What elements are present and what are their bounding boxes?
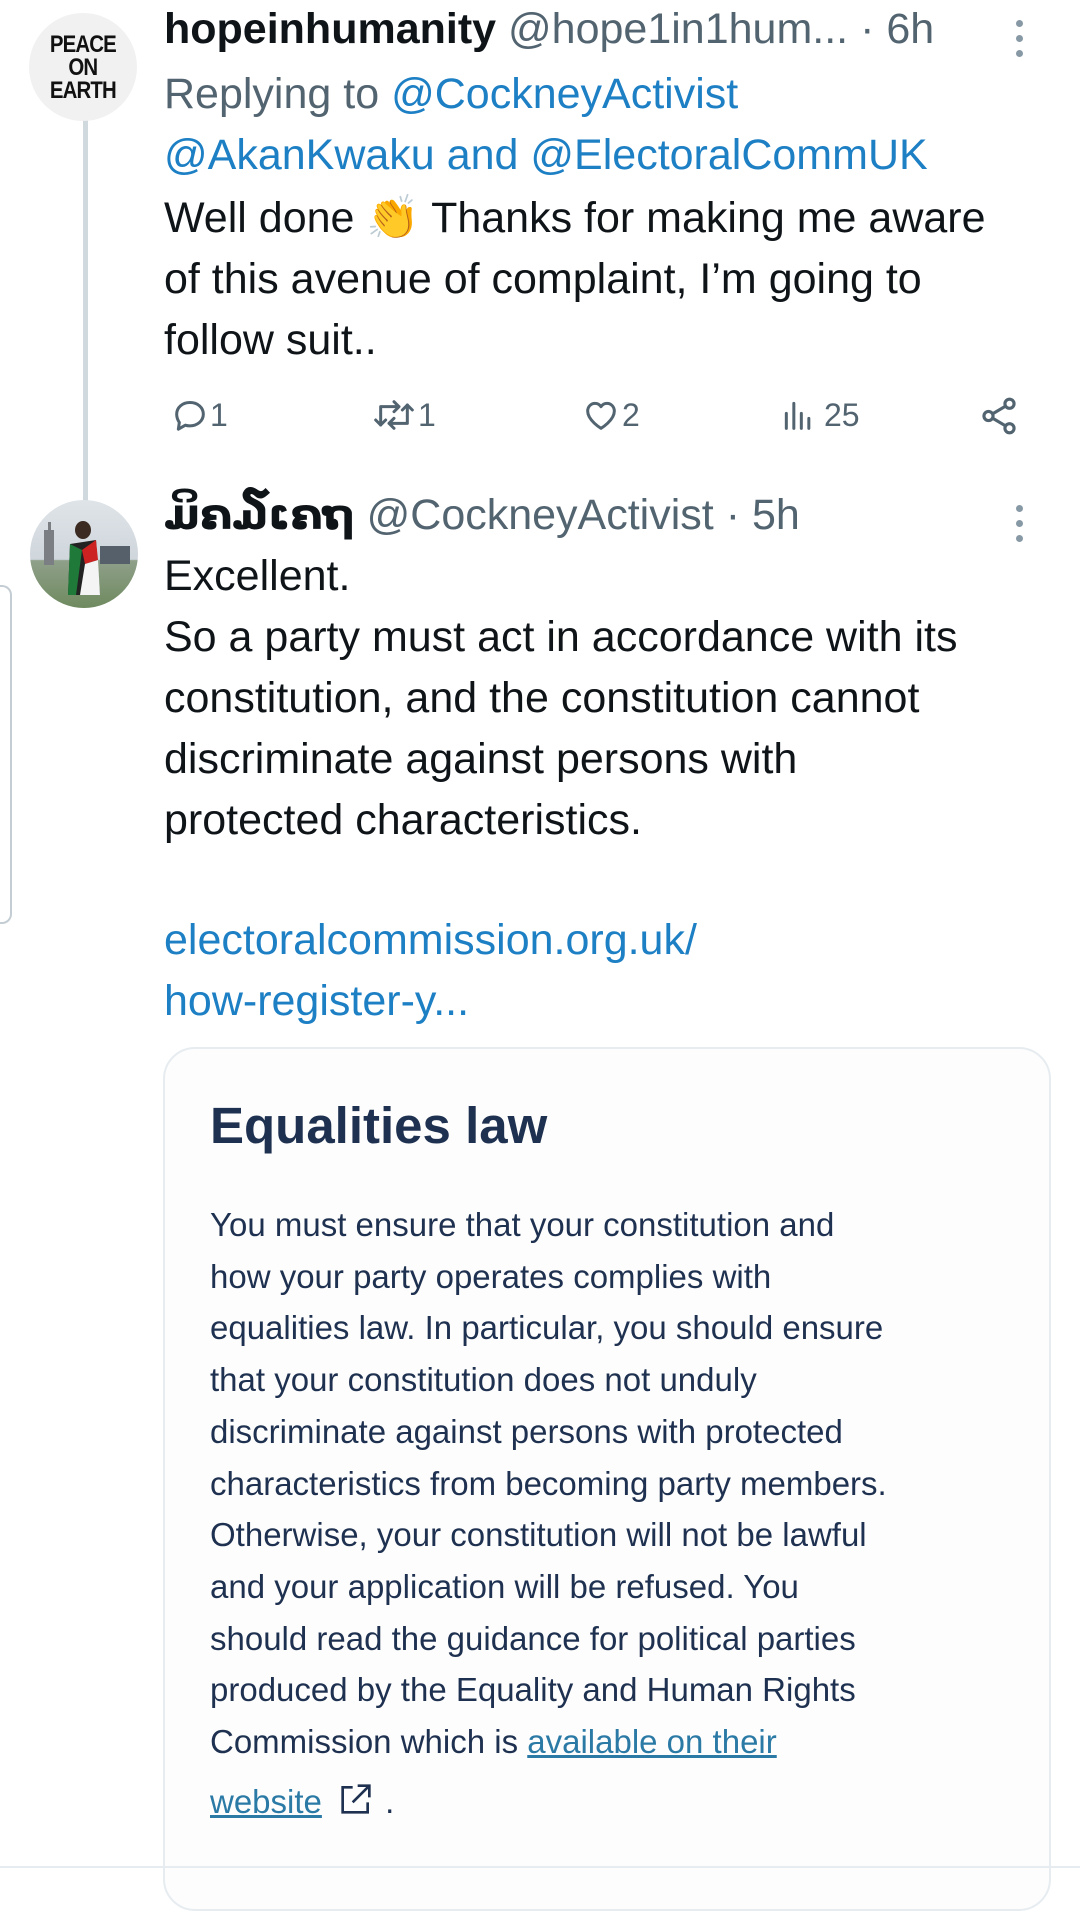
retweet-count: 1 — [418, 396, 436, 433]
tweet1-timestamp[interactable]: · 6h — [860, 5, 934, 53]
tweet1-more-menu-icon[interactable] — [1009, 20, 1029, 57]
mention-and: and — [446, 131, 519, 179]
card-title: Equalities law — [210, 1097, 548, 1154]
share-icon — [982, 397, 1016, 435]
view-count: 25 — [824, 396, 860, 433]
like-count: 2 — [622, 396, 640, 433]
bottom-divider — [0, 1866, 1080, 1868]
tweet1-text: Well done 👏 Thanks for making me aware o… — [164, 194, 986, 364]
card-body-last-line: Commission which is — [210, 1723, 519, 1761]
avatar-cockneyactivist[interactable] — [30, 500, 138, 608]
views-chart-icon — [784, 401, 811, 430]
tweet1-handle[interactable]: @hope1in1hum... — [508, 5, 848, 53]
retweet-button[interactable]: 1 — [370, 395, 436, 435]
reply-icon — [175, 401, 205, 431]
tweet2-display-name[interactable]: ມິຄ໓ເຄຖ — [164, 491, 355, 539]
heart-icon — [586, 401, 616, 430]
mention-electoralcommuk[interactable]: @ElectoralCommUK — [530, 131, 927, 179]
retweet-icon — [374, 400, 414, 430]
card-external-link-2[interactable]: website — [210, 1783, 322, 1820]
external-link-icon[interactable] — [336, 1779, 376, 1819]
tweet2-header: ມິຄ໓ເຄຖ @CockneyActivist · 5h — [164, 490, 800, 540]
tweet1-header: hopeinhumanity @hope1in1hum... · 6h — [164, 4, 934, 54]
views-button[interactable]: 25 — [778, 395, 860, 435]
tweet1-display-name[interactable]: hopeinhumanity — [164, 5, 496, 53]
tweet2-url-link[interactable]: electoralcommission.org.uk/ how-register… — [164, 910, 697, 1032]
tweet2-text: Excellent. So a party must act in accord… — [164, 552, 958, 844]
mention-cockneyactivist[interactable]: @CockneyActivist — [391, 70, 738, 118]
card-body-text: You must ensure that your constitution a… — [210, 1206, 887, 1820]
avatar-hopeinhumanity[interactable]: PEACE ON EARTH — [29, 13, 137, 121]
avatar-photo-icon — [44, 521, 130, 595]
like-button[interactable]: 2 — [580, 395, 640, 435]
card-end-period: . — [385, 1782, 395, 1820]
scroll-edge-indicator — [0, 585, 12, 924]
tweet2-handle[interactable]: @CockneyActivist — [367, 491, 714, 539]
tweet2-more-menu-icon[interactable] — [1009, 505, 1029, 542]
card-external-link-1[interactable]: available on their — [527, 1723, 777, 1760]
reply-button[interactable]: 1 — [170, 395, 228, 435]
avatar-logo-text: PEACE ON EARTH — [49, 30, 117, 104]
mention-akankwaku[interactable]: @AkanKwaku — [164, 131, 435, 179]
tweet1-action-bar: 1 1 2 25 — [0, 395, 1080, 455]
share-button[interactable] — [978, 395, 1020, 437]
replying-to-label: Replying to — [164, 70, 380, 118]
link-preview-card[interactable]: Equalities law You must ensure that your… — [163, 1047, 1051, 1911]
reply-count: 1 — [210, 396, 228, 433]
replying-to-line: Replying to @CockneyActivist @AkanKwaku … — [164, 64, 1044, 186]
tweet2-timestamp[interactable]: · 5h — [726, 491, 800, 539]
